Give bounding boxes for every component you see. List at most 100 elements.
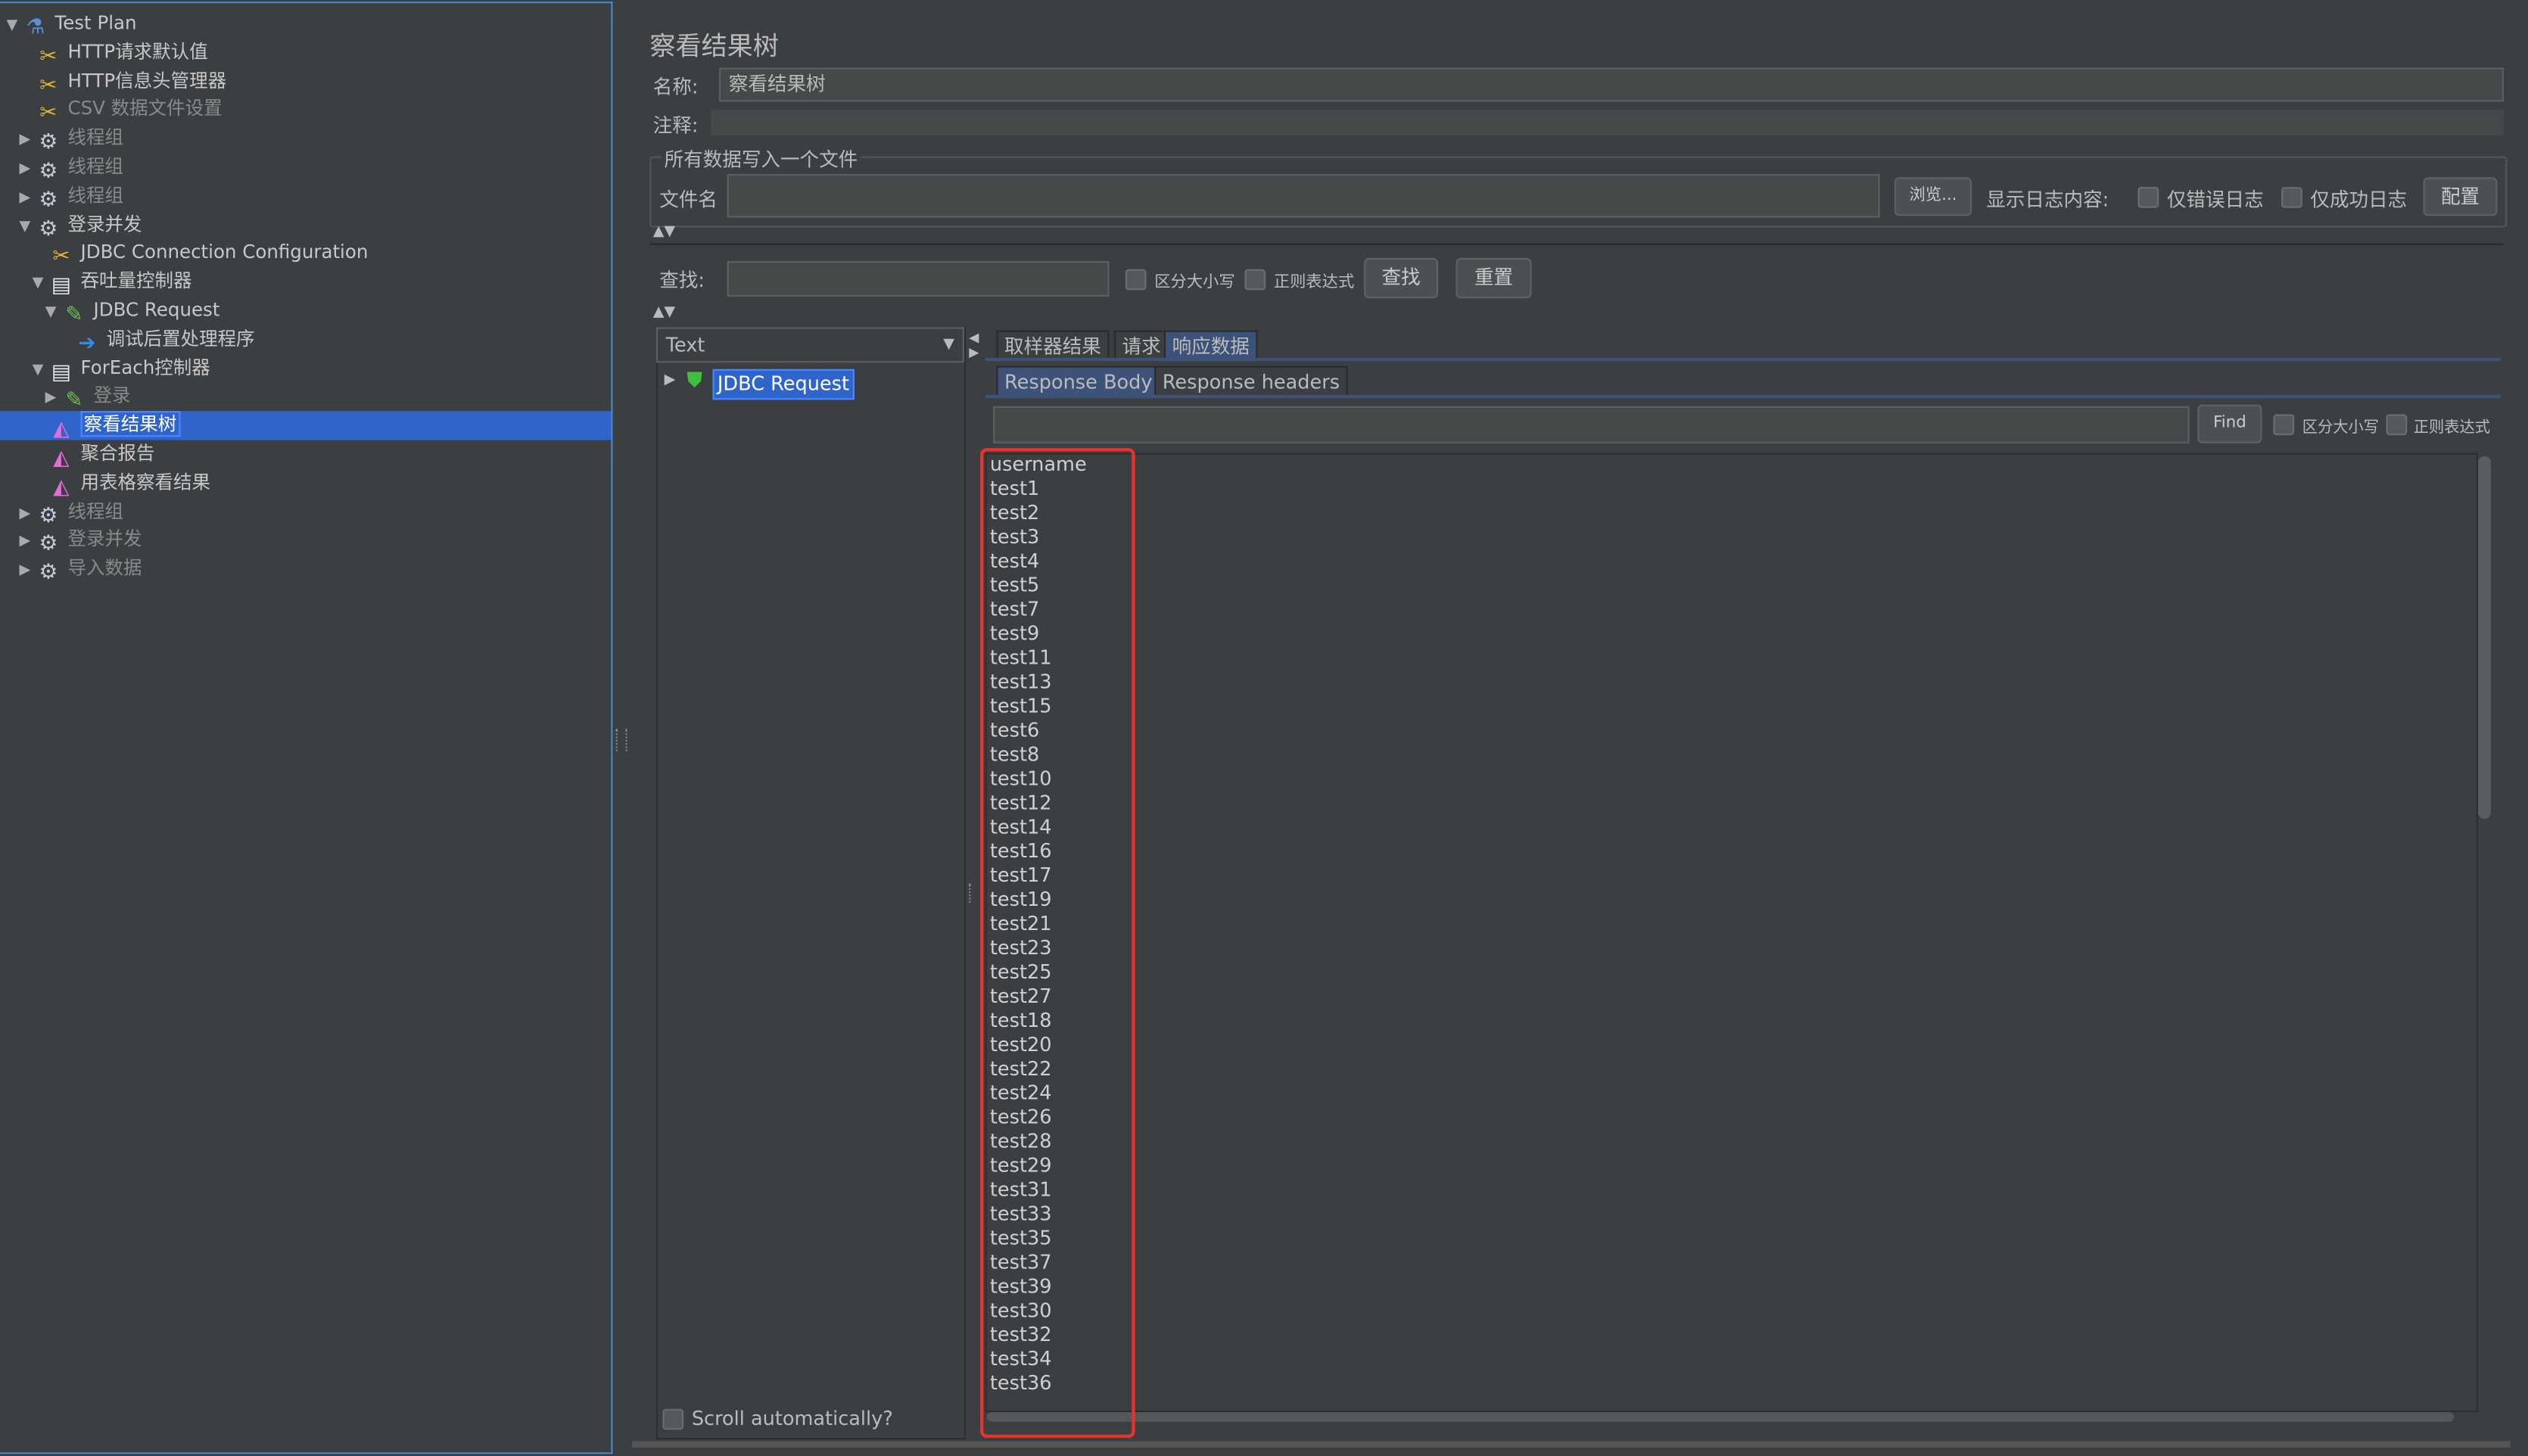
collapsed-triangle-icon[interactable]: ▶ — [45, 384, 61, 413]
subtab-underline — [985, 394, 2501, 399]
expanded-triangle-icon[interactable]: ▼ — [33, 269, 48, 298]
browse-button[interactable]: 浏览... — [1894, 177, 1972, 216]
horizontal-scrollbar[interactable] — [986, 1411, 2455, 1422]
success-shield-icon: ⛊ — [686, 369, 703, 394]
collapse-arrows-icon[interactable]: ▲▼ — [653, 224, 675, 240]
expanded-triangle-icon[interactable]: ▼ — [7, 11, 23, 40]
result-list-panel — [655, 327, 966, 1440]
tree-node[interactable]: ✂ HTTP请求默认值 — [20, 37, 208, 69]
subtab-1[interactable]: Response headers — [1154, 366, 1348, 395]
search-button[interactable]: 查找 — [1364, 257, 1439, 299]
case-sensitive-checkbox[interactable] — [1125, 269, 1147, 291]
bottom-border — [631, 1441, 2511, 1448]
tree-node[interactable]: ✂ HTTP信息头管理器 — [20, 65, 227, 98]
tree-node-label: JDBC Connection Configuration — [80, 241, 369, 264]
tree-node-label: HTTP信息头管理器 — [67, 68, 227, 92]
tree-node[interactable]: ▶ ⚙ 线程组 — [20, 180, 123, 212]
tree-node[interactable]: ◭ 察看结果树 — [33, 409, 180, 442]
reset-button[interactable]: 重置 — [1455, 257, 1532, 299]
collapsed-triangle-icon[interactable]: ▶ — [20, 154, 36, 183]
search-field[interactable] — [727, 261, 1110, 297]
name-label: 名称: — [652, 76, 699, 98]
name-field[interactable]: 察看结果树 — [719, 67, 2505, 102]
tree-node-label: 吞吐量控制器 — [80, 269, 192, 292]
test-plan-tree[interactable]: ▼ ⚗ Test Plan ✂ HTTP请求默认值 ✂ HTTP信息头管理器 ✂ CSV 数据文… — [0, 2, 613, 1454]
response-body-textarea[interactable] — [985, 453, 2478, 1412]
expanded-triangle-icon[interactable]: ▼ — [33, 356, 48, 384]
tree-node[interactable]: ▶ ⚙ 登录并发 — [20, 524, 142, 556]
thread-group-gear-icon: ⚙ — [39, 561, 58, 586]
tree-node-label: 调试后置处理程序 — [106, 326, 255, 350]
tree-node-label: 线程组 — [67, 154, 123, 178]
renderer-select[interactable]: Text ▼ — [655, 327, 964, 363]
tree-node[interactable]: ▼ ✎ JDBC Request — [45, 295, 220, 327]
tree-node[interactable]: ✂ JDBC Connection Configuration — [33, 238, 369, 269]
tree-node-label: 登录并发 — [67, 527, 142, 551]
tree-node[interactable]: ▼ ⚗ Test Plan — [7, 8, 137, 40]
tab-2[interactable]: 响应数据 — [1163, 330, 1258, 360]
find-button[interactable]: Find — [2197, 404, 2262, 443]
divider — [649, 243, 2505, 245]
find-regex-checkbox[interactable] — [2386, 414, 2408, 436]
tree-node[interactable]: ▶ ⚙ 导入数据 — [20, 553, 142, 585]
errors-only-checkbox[interactable] — [2137, 187, 2159, 208]
tree-node-label: Test Plan — [54, 11, 137, 34]
scroll-auto-checkbox[interactable] — [662, 1408, 684, 1430]
filename-field[interactable] — [727, 174, 1880, 218]
arrow-left-icon[interactable]: ◀ ▶ — [969, 331, 979, 359]
success-only-label: 仅成功日志 — [2310, 188, 2408, 212]
tree-node[interactable]: ▼ ⚙ 登录并发 — [20, 209, 142, 241]
result-item-jdbc-request[interactable]: JDBC Request — [712, 369, 855, 400]
expand-icon[interactable]: ▶ — [665, 372, 676, 388]
tree-node[interactable]: ▶ ⚙ 线程组 — [20, 123, 123, 155]
comment-field[interactable] — [711, 109, 2505, 135]
tree-node[interactable]: ✂ CSV 数据文件设置 — [20, 94, 223, 126]
configure-button[interactable]: 配置 — [2423, 177, 2498, 216]
tree-node-label: JDBC Request — [93, 298, 220, 321]
tab-1[interactable]: 请求 — [1113, 330, 1169, 360]
log-content-label: 显示日志内容: — [1986, 188, 2109, 212]
collapsed-triangle-icon[interactable]: ▶ — [20, 527, 36, 556]
search-label: 查找: — [659, 269, 705, 292]
expanded-triangle-icon[interactable]: ▼ — [45, 298, 61, 327]
collapse-arrows-icon[interactable]: ▲▼ — [653, 305, 675, 321]
splitter-handle[interactable] — [615, 728, 627, 751]
tree-node-label: ForEach控制器 — [80, 355, 210, 378]
find-field[interactable] — [993, 406, 2190, 443]
tab-underline — [985, 357, 2501, 362]
tree-node-label: 用表格察看结果 — [80, 470, 210, 493]
tree-node[interactable]: ▼ ▤ ForEach控制器 — [33, 353, 210, 384]
regex-label: 正则表达式 — [1273, 274, 1355, 292]
scroll-auto-label: Scroll automatically? — [691, 1407, 893, 1430]
tree-node-label: 登录 — [93, 384, 131, 407]
expanded-triangle-icon[interactable]: ▼ — [20, 212, 36, 241]
case-sensitive-label: 区分大小写 — [1154, 274, 1235, 292]
tree-node[interactable]: ▶ ⚙ 线程组 — [20, 151, 123, 183]
tree-node[interactable]: ◭ 聚合报告 — [33, 438, 154, 471]
tree-node-label: HTTP请求默认值 — [67, 39, 208, 63]
tree-node[interactable]: ◭ 用表格察看结果 — [33, 467, 210, 499]
tab-0[interactable]: 取样器结果 — [996, 330, 1110, 360]
tree-node[interactable]: ➔ 调试后置处理程序 — [58, 324, 255, 356]
tree-node[interactable]: ▼ ▤ 吞吐量控制器 — [33, 266, 192, 298]
page-title: 察看结果树 — [649, 30, 779, 61]
tree-node-label: 导入数据 — [67, 556, 142, 580]
success-only-checkbox[interactable] — [2281, 187, 2302, 208]
vertical-scrollbar[interactable] — [2477, 456, 2492, 820]
collapsed-triangle-icon[interactable]: ▶ — [20, 183, 36, 212]
tree-node-label: 线程组 — [67, 499, 123, 522]
subtab-0[interactable]: Response Body — [996, 366, 1161, 395]
collapsed-triangle-icon[interactable]: ▶ — [20, 556, 36, 585]
splitter-handle[interactable] — [969, 883, 976, 903]
collapsed-triangle-icon[interactable]: ▶ — [20, 499, 36, 527]
tree-node[interactable]: ▶ ✎ 登录 — [45, 381, 131, 413]
tree-node[interactable]: ▶ ⚙ 线程组 — [20, 496, 123, 527]
regex-checkbox[interactable] — [1244, 269, 1266, 291]
collapsed-triangle-icon[interactable]: ▶ — [20, 126, 36, 155]
find-case-checkbox[interactable] — [2273, 414, 2295, 436]
renderer-value: Text — [665, 333, 705, 356]
comment-label: 注释: — [652, 114, 699, 138]
tree-node-label: 线程组 — [67, 126, 123, 149]
highlight-box — [980, 448, 1135, 1439]
find-regex-label: 正则表达式 — [2413, 418, 2490, 437]
